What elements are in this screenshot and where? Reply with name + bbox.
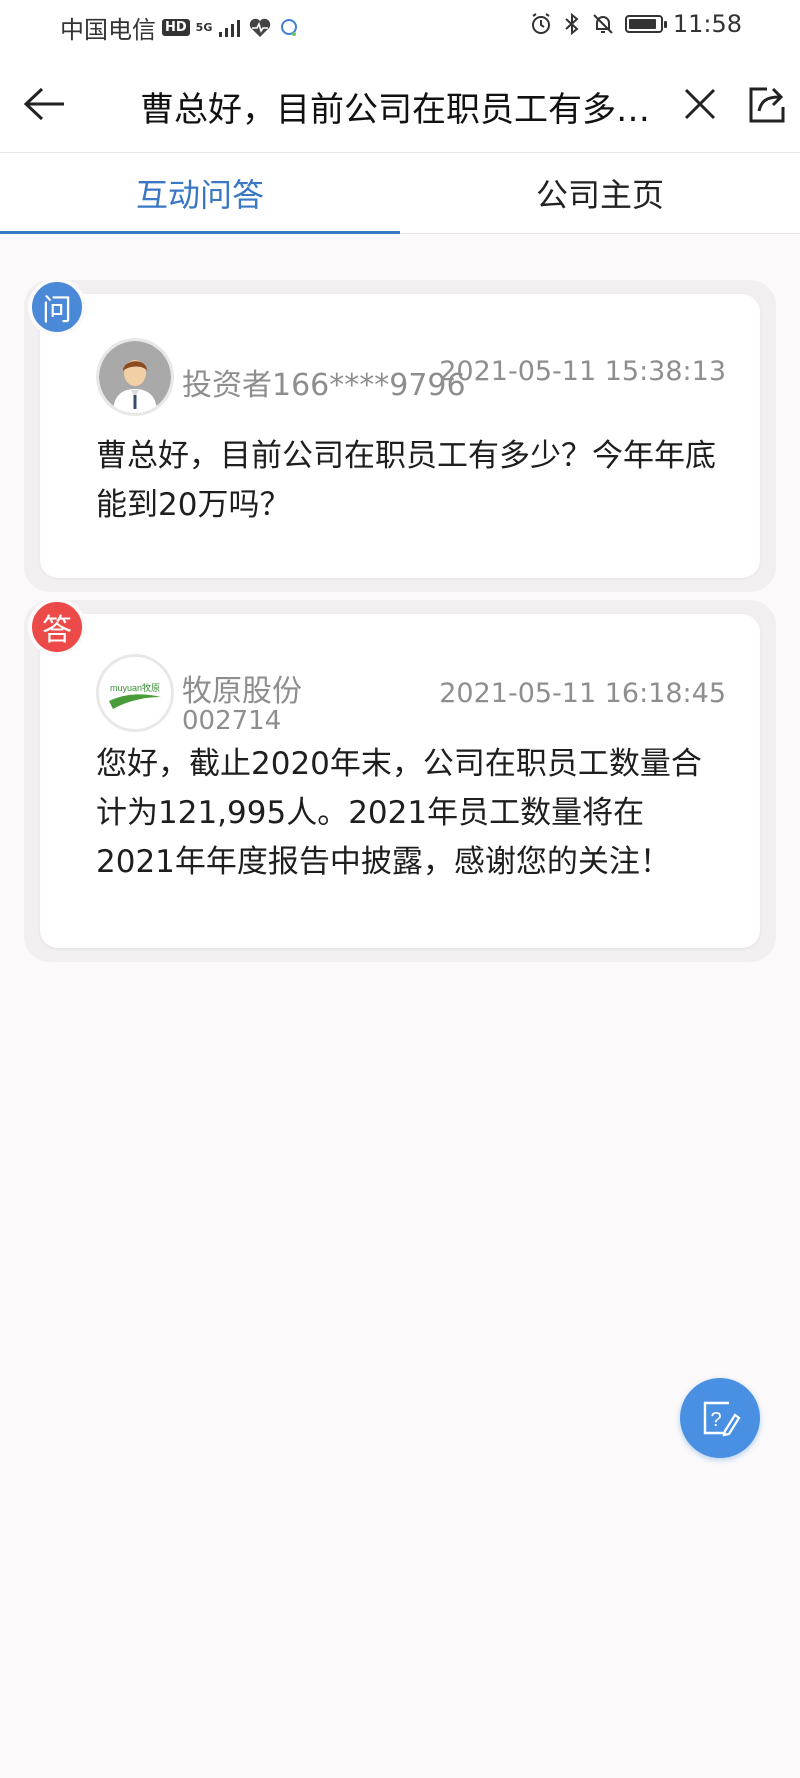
close-icon <box>684 88 716 120</box>
health-heart-icon <box>250 18 271 37</box>
ask-question-button[interactable]: ? <box>680 1378 760 1458</box>
logo-text: muyuan牧原 <box>110 682 160 693</box>
page-title: 曹总好，目前公司在职员工有多少？今年年底能到20万吗？ <box>140 90 670 130</box>
investor-avatar-icon <box>99 341 171 413</box>
answer-card: muyuan牧原 牧原股份 002714 2021-05-11 16:18:45… <box>24 598 776 962</box>
nav-bar: 曹总好，目前公司在职员工有多少？今年年底能到20万吗？ <box>0 56 800 153</box>
question-text: 曹总好，目前公司在职员工有多少？今年年底能到20万吗？ <box>96 438 716 523</box>
signal-bars-icon <box>219 19 241 37</box>
question-card: 投资者166****9796 2021-05-11 15:38:13 曹总好，目… <box>24 278 776 592</box>
carrier-label: 中国电信 <box>60 16 156 44</box>
tab-bar: 互动问答 公司主页 <box>0 153 800 234</box>
answer-time: 2021-05-11 16:18:45 <box>439 678 726 709</box>
tab-qa[interactable]: 互动问答 <box>0 153 400 234</box>
svg-text:?: ? <box>710 1409 721 1431</box>
hd-badge: HD <box>162 19 190 36</box>
question-badge: 问 <box>28 278 86 336</box>
alarm-icon <box>531 13 550 34</box>
close-button[interactable] <box>672 76 728 132</box>
question-time: 2021-05-11 15:38:13 <box>439 356 726 387</box>
mute-bell-icon <box>593 14 613 34</box>
signal-5g-label: 5G <box>195 21 213 34</box>
battery-icon <box>624 15 667 33</box>
status-right: 11:58 <box>529 10 742 38</box>
back-arrow-icon <box>23 87 64 121</box>
asker-name: 投资者166****9796 <box>182 368 466 403</box>
share-icon <box>749 87 785 123</box>
chat-bubble-icon <box>281 18 298 36</box>
answer-badge: 答 <box>28 598 86 656</box>
question-card-body: 投资者166****9796 2021-05-11 15:38:13 曹总好，目… <box>40 294 760 578</box>
company-name: 牧原股份 <box>182 674 302 709</box>
status-left: 中国电信 HD 5G <box>60 10 300 45</box>
avatar <box>96 338 174 416</box>
status-bar: 中国电信 HD 5G 11:58 <box>0 0 800 56</box>
muyuan-logo-icon: muyuan牧原 <box>99 657 171 729</box>
back-button[interactable] <box>16 76 72 132</box>
ask-question-icon: ? <box>703 1401 741 1437</box>
share-button[interactable] <box>738 76 794 132</box>
company-logo: muyuan牧原 <box>96 654 174 732</box>
clock: 11:58 <box>672 10 742 38</box>
tab-company-home[interactable]: 公司主页 <box>400 153 800 233</box>
battery-fill <box>628 19 656 29</box>
answer-card-body: muyuan牧原 牧原股份 002714 2021-05-11 16:18:45… <box>40 614 760 948</box>
company-code: 002714 <box>182 706 282 736</box>
bluetooth-icon <box>565 12 579 36</box>
answer-text: 您好，截止2020年末，公司在职员工数量合计为121,995人。2021年员工数… <box>96 746 702 880</box>
